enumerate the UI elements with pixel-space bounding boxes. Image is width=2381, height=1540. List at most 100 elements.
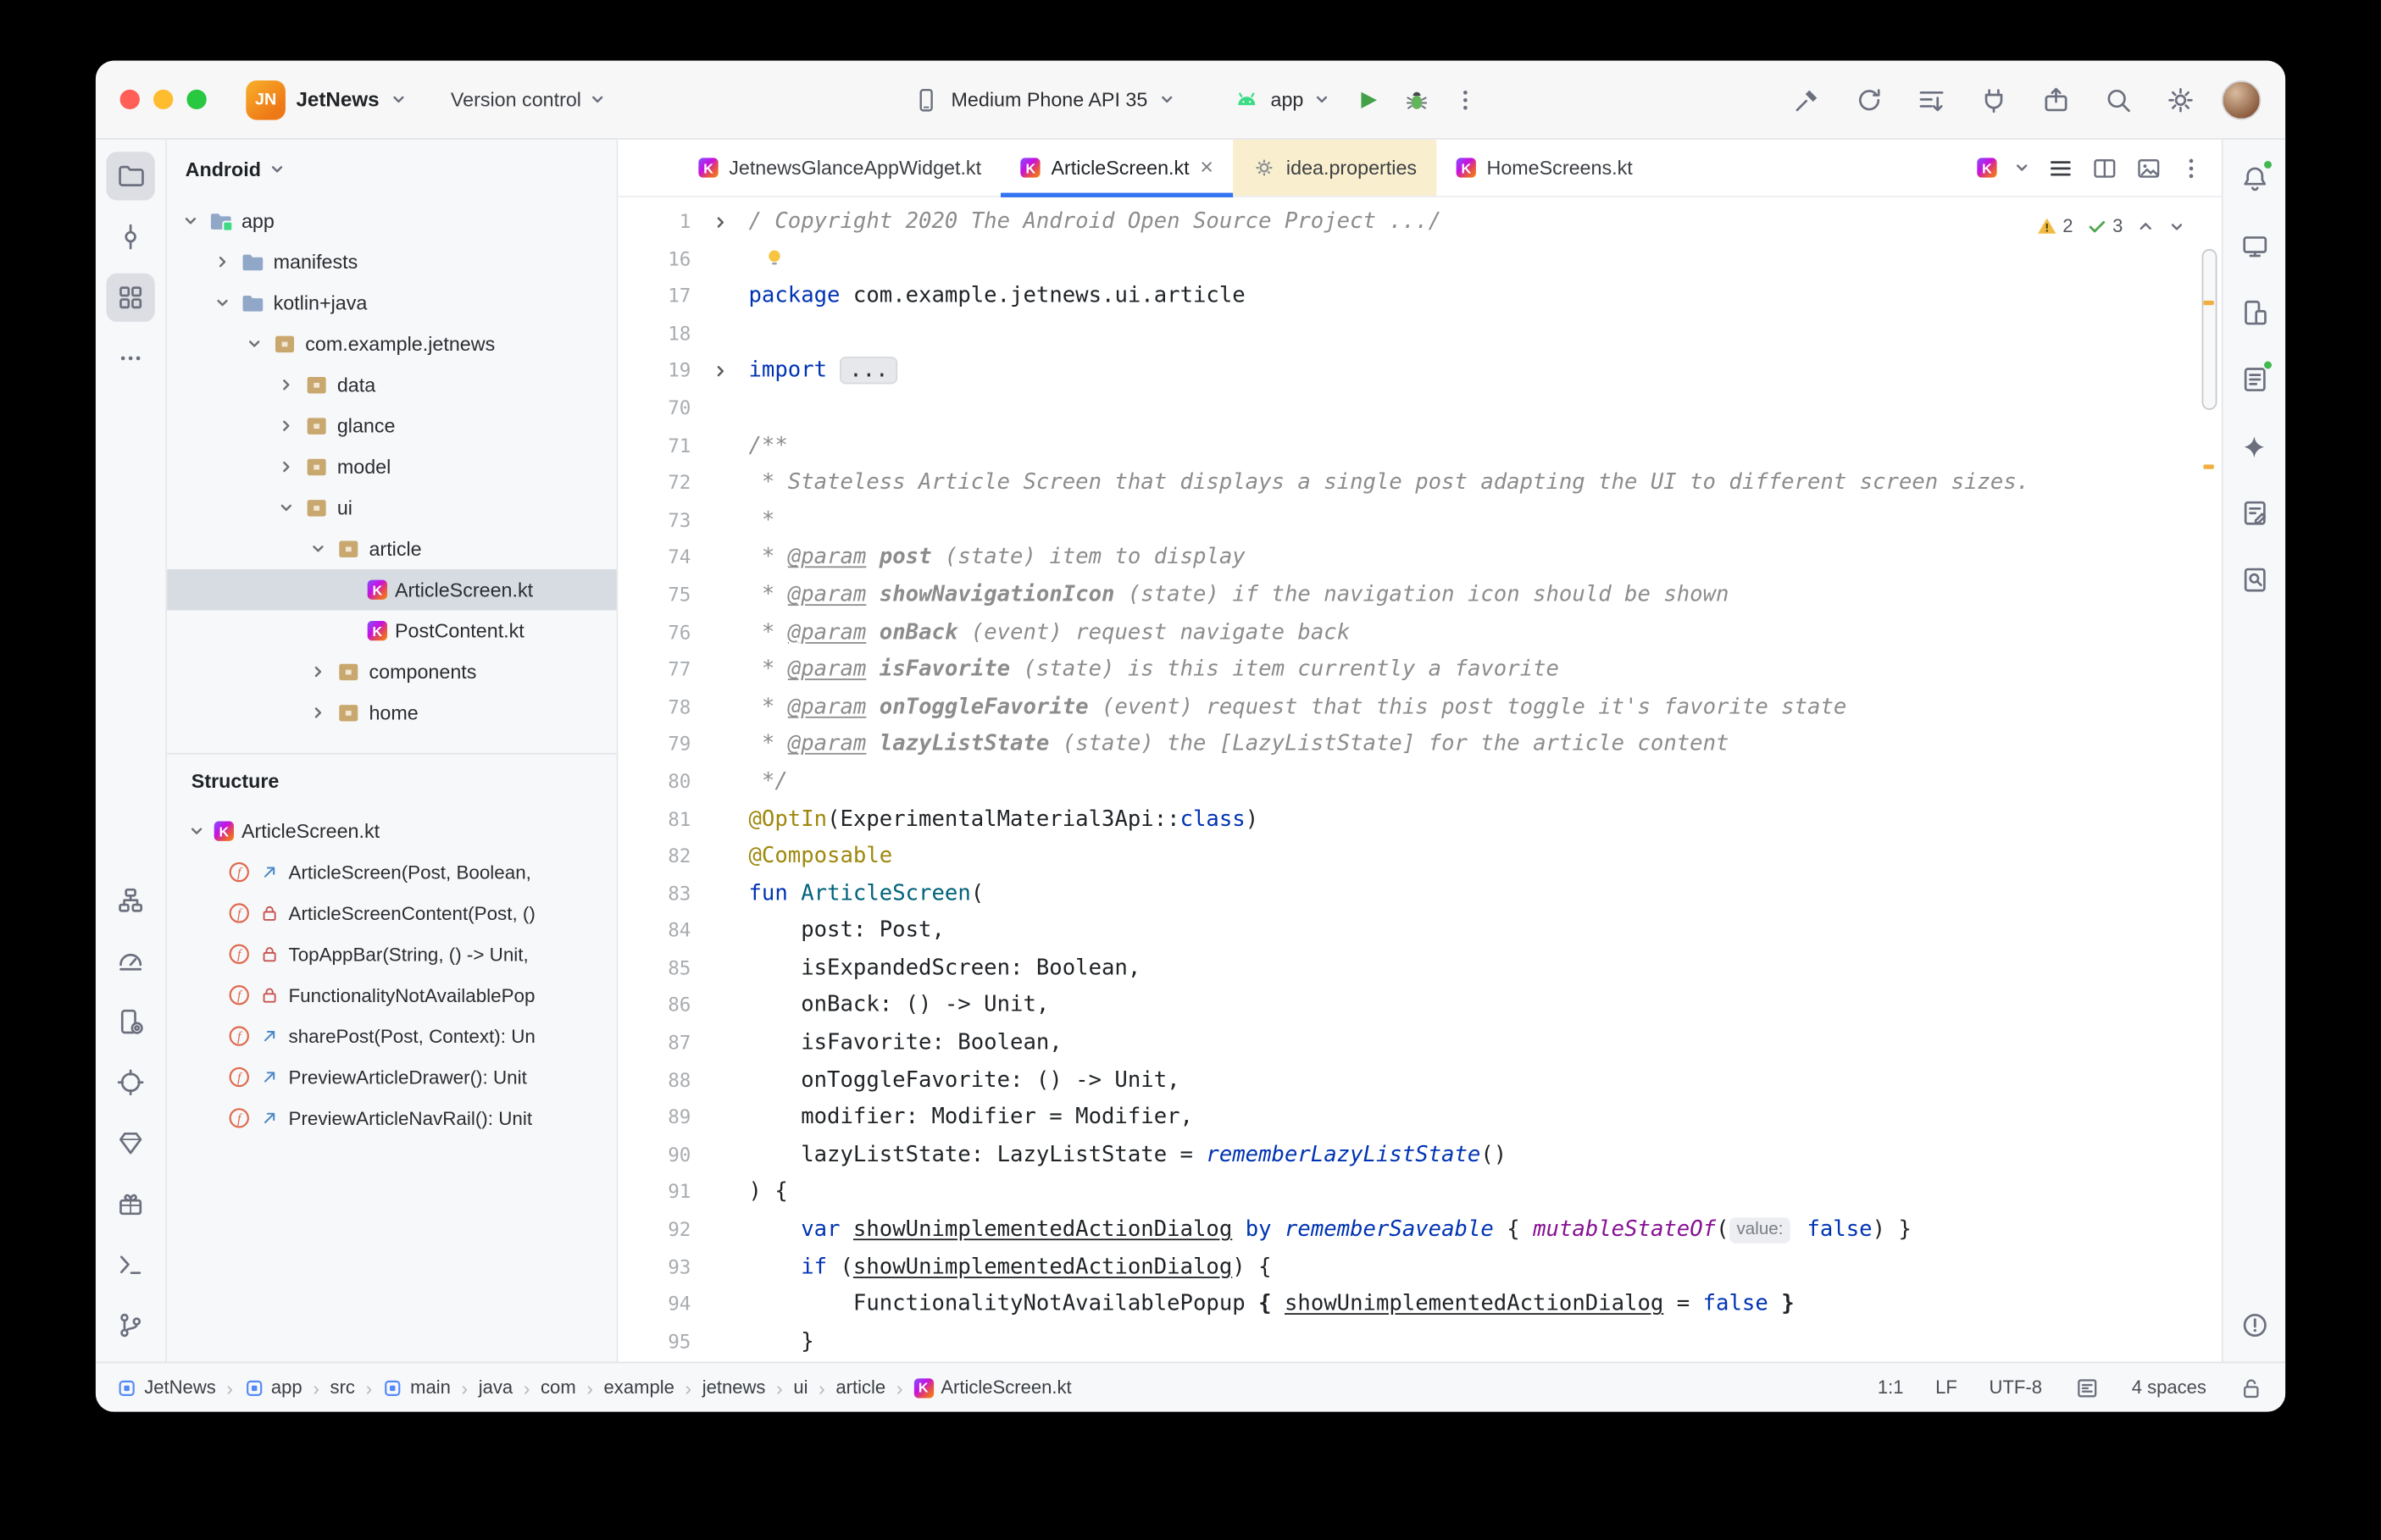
line-number[interactable]: 73 bbox=[618, 502, 691, 540]
code-line[interactable]: 85 isExpandedScreen: Boolean, bbox=[618, 950, 2200, 988]
warning-mark[interactable] bbox=[2203, 301, 2214, 305]
code-line[interactable]: 79 * @param lazyListState (state) the [L… bbox=[618, 726, 2200, 763]
chevron-down-icon[interactable] bbox=[179, 213, 200, 230]
tree-item-app[interactable]: app bbox=[167, 201, 616, 241]
tree-item-manifests[interactable]: manifests bbox=[167, 241, 616, 282]
project-view-header[interactable]: Android bbox=[167, 140, 616, 197]
code-line[interactable]: 90 lazyListState: LazyListState = rememb… bbox=[618, 1137, 2200, 1174]
chevron-right-icon[interactable] bbox=[307, 705, 328, 722]
code-line[interactable]: 94 FunctionalityNotAvailablePopup { show… bbox=[618, 1286, 2200, 1323]
line-number[interactable]: 76 bbox=[618, 614, 691, 651]
line-number[interactable]: 74 bbox=[618, 540, 691, 577]
tree-item-com-example-jetnews[interactable]: com.example.jetnews bbox=[167, 324, 616, 364]
terminal-button[interactable] bbox=[106, 1240, 154, 1288]
code-line[interactable]: 18 bbox=[618, 315, 2200, 352]
plugins-button[interactable] bbox=[1973, 78, 2015, 120]
line-number[interactable]: 72 bbox=[618, 465, 691, 502]
code-line[interactable]: 81@OptIn(ExperimentalMaterial3Api::class… bbox=[618, 800, 2200, 838]
scrollbar-thumb[interactable] bbox=[2202, 249, 2217, 410]
chevron-down-icon[interactable] bbox=[275, 500, 296, 517]
profiler-tool-button[interactable] bbox=[106, 937, 154, 985]
more-run-options-button[interactable] bbox=[1454, 87, 1479, 112]
tree-item-data[interactable]: data bbox=[167, 364, 616, 405]
structure-tool-button[interactable] bbox=[106, 274, 154, 322]
chevron-down-icon[interactable] bbox=[243, 335, 264, 352]
tabs-list-button[interactable] bbox=[2013, 159, 2030, 176]
code-line[interactable]: 74 * @param post (state) item to display bbox=[618, 540, 2200, 577]
breadcrumb-item-example[interactable]: example bbox=[604, 1377, 674, 1398]
warning-mark[interactable] bbox=[2203, 464, 2214, 468]
breadcrumb-item-src[interactable]: src bbox=[330, 1377, 355, 1398]
breadcrumb-item-java[interactable]: java bbox=[479, 1377, 513, 1398]
line-number[interactable]: 1 bbox=[618, 203, 691, 241]
code-line[interactable]: 95 } bbox=[618, 1323, 2200, 1360]
file-writable-icon[interactable] bbox=[2239, 1375, 2264, 1400]
whats-new-button[interactable] bbox=[106, 1179, 154, 1227]
run-button[interactable] bbox=[1354, 86, 1381, 113]
device-manager-button[interactable] bbox=[106, 997, 154, 1045]
line-number[interactable]: 85 bbox=[618, 950, 691, 988]
code-line[interactable]: 16 bbox=[618, 241, 2200, 278]
app-inspection-button[interactable] bbox=[106, 1058, 154, 1106]
code-line[interactable]: 76 * @param onBack (event) request navig… bbox=[618, 614, 2200, 651]
version-control-menu[interactable]: Version control bbox=[451, 88, 606, 111]
app-menu-chevron-icon[interactable] bbox=[390, 91, 407, 108]
split-editor-button[interactable] bbox=[2091, 154, 2118, 181]
chevron-right-icon[interactable] bbox=[307, 663, 328, 680]
line-number[interactable]: 95 bbox=[618, 1323, 691, 1360]
tab-homescreens-kt[interactable]: KHomeScreens.kt bbox=[1436, 140, 1652, 196]
breadcrumb-item-com[interactable]: com bbox=[541, 1377, 576, 1398]
breadcrumb-item-jetnews[interactable]: JetNews bbox=[117, 1377, 216, 1398]
line-number[interactable]: 19 bbox=[618, 352, 691, 390]
chevron-down-icon[interactable] bbox=[186, 823, 207, 839]
app-name-menu[interactable]: JetNews bbox=[296, 88, 379, 111]
tree-item-glance[interactable]: glance bbox=[167, 405, 616, 446]
user-avatar[interactable] bbox=[2222, 80, 2262, 119]
line-number[interactable]: 90 bbox=[618, 1137, 691, 1174]
code-line[interactable]: 84 post: Post, bbox=[618, 913, 2200, 950]
chevron-down-icon[interactable] bbox=[307, 540, 328, 557]
structure-item[interactable]: fPreviewArticleDrawer(): Unit bbox=[167, 1056, 616, 1097]
code-line[interactable]: 72 * Stateless Article Screen that displ… bbox=[618, 465, 2200, 502]
line-number[interactable]: 17 bbox=[618, 278, 691, 315]
code-line[interactable]: 86 onBack: () -> Unit, bbox=[618, 988, 2200, 1025]
line-number[interactable]: 81 bbox=[618, 800, 691, 838]
line-number[interactable]: 91 bbox=[618, 1174, 691, 1211]
app-insights-button[interactable] bbox=[2230, 556, 2278, 604]
vcs-update-button[interactable] bbox=[1910, 78, 1952, 120]
code-line[interactable]: 78 * @param onToggleFavorite (event) req… bbox=[618, 689, 2200, 726]
code-line[interactable]: 70 bbox=[618, 391, 2200, 428]
structure-item[interactable]: fArticleScreenContent(Post, () bbox=[167, 893, 616, 933]
minimize-window-button[interactable] bbox=[153, 90, 173, 109]
editor-more-button[interactable] bbox=[2179, 156, 2204, 180]
error-stripe[interactable] bbox=[2201, 197, 2222, 1362]
passed-indicator[interactable]: 3 bbox=[2087, 208, 2123, 246]
structure-panel-header[interactable]: Structure bbox=[167, 753, 616, 808]
structure-root[interactable]: KArticleScreen.kt bbox=[167, 811, 616, 851]
structure-item[interactable]: fsharePost(Post, Context): Un bbox=[167, 1016, 616, 1056]
device-explorer-button[interactable] bbox=[2230, 288, 2278, 336]
bulb-icon[interactable] bbox=[763, 250, 785, 274]
editor-list-button[interactable] bbox=[2047, 154, 2074, 181]
breadcrumb-item-ui[interactable]: ui bbox=[793, 1377, 808, 1398]
build-button[interactable] bbox=[1786, 78, 1829, 120]
tree-item-components[interactable]: components bbox=[167, 651, 616, 692]
chevron-right-icon[interactable] bbox=[275, 376, 296, 393]
line-number[interactable]: 83 bbox=[618, 875, 691, 912]
code-line[interactable]: 92 var showUnimplementedActionDialog by … bbox=[618, 1211, 2200, 1249]
line-number[interactable]: 89 bbox=[618, 1100, 691, 1137]
next-problem-button[interactable] bbox=[2168, 219, 2185, 235]
chevron-right-icon[interactable] bbox=[275, 458, 296, 475]
file-encoding-widget[interactable]: UTF-8 bbox=[1990, 1377, 2042, 1398]
structure-item[interactable]: fFunctionalityNotAvailablePop bbox=[167, 975, 616, 1016]
settings-button[interactable] bbox=[2159, 78, 2201, 120]
chevron-right-icon[interactable] bbox=[211, 253, 232, 270]
code-line[interactable]: 80 */ bbox=[618, 763, 2200, 800]
code-line[interactable]: 93 if (showUnimplementedActionDialog) { bbox=[618, 1249, 2200, 1286]
run-configuration-selector[interactable]: app bbox=[1233, 86, 1331, 113]
version-control-tool-button[interactable] bbox=[106, 1301, 154, 1349]
inspection-widget[interactable]: 2 3 bbox=[2037, 208, 2185, 246]
line-number[interactable]: 94 bbox=[618, 1286, 691, 1323]
chevron-down-icon[interactable] bbox=[211, 295, 232, 312]
line-number[interactable]: 84 bbox=[618, 913, 691, 950]
